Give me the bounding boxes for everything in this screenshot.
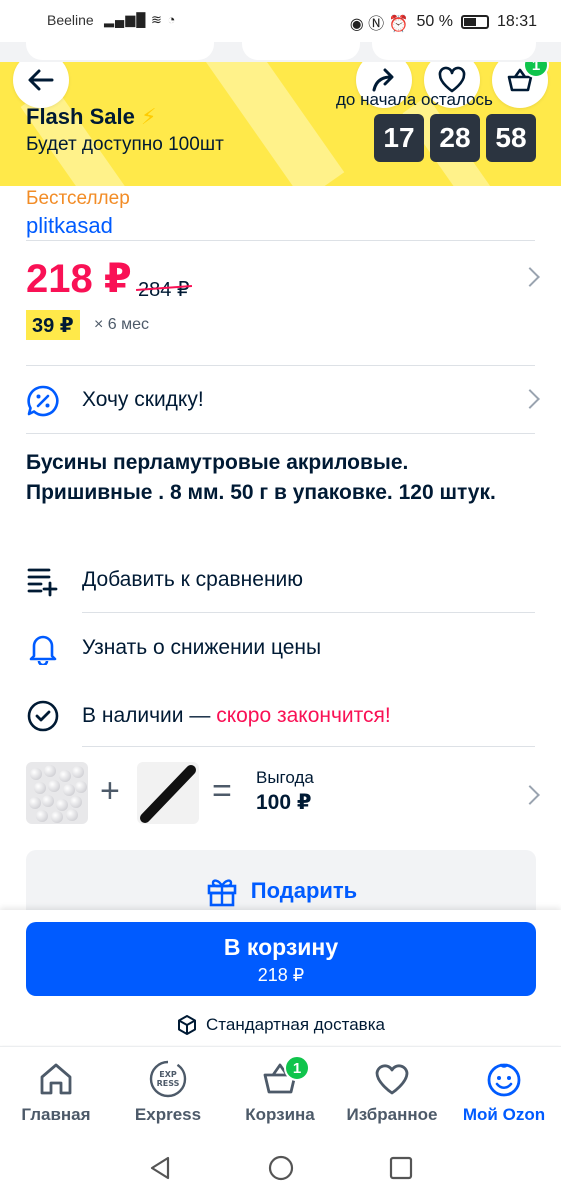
heart-icon [375, 1064, 409, 1095]
clock: 18:31 [496, 13, 537, 30]
stub-card [26, 42, 214, 60]
nav-cart-badge: 1 [284, 1055, 310, 1081]
divider [82, 746, 535, 747]
svg-text:RESS: RESS [157, 1079, 180, 1088]
add-to-cart-button[interactable]: В корзину 218 ₽ [26, 922, 536, 996]
nav-home[interactable]: Главная [0, 1059, 112, 1125]
system-home-icon[interactable] [267, 1154, 295, 1182]
add-to-compare-label: Добавить к сравнению [82, 568, 304, 591]
installment-price: 39 ₽ [26, 310, 80, 340]
check-circle-icon [27, 700, 59, 732]
countdown-hours: 17 [374, 114, 424, 162]
nav-favorites[interactable]: Избранное [336, 1059, 448, 1125]
carrier-name: Beeline [47, 12, 94, 28]
black-stick-image [140, 765, 196, 823]
status-icons: ◉ Ⓝ ⏰ [349, 16, 409, 33]
stub-card [372, 42, 536, 60]
svg-text:EXP: EXP [159, 1070, 177, 1079]
countdown-label: до начала осталось [336, 90, 493, 109]
gift-button-content: Подарить [26, 874, 536, 908]
compare-list-icon [27, 568, 58, 597]
countdown-minutes: 28 [430, 114, 480, 162]
stock-warning: скоро закончится! [216, 704, 391, 727]
chevron-right-icon [520, 389, 540, 409]
chevron-right-icon [520, 785, 540, 805]
add-to-cart-label: В корзину [223, 934, 339, 960]
signal-wifi-icons: ▂▄▆█ ≋ ◔ [104, 12, 177, 27]
divider [26, 433, 535, 434]
bundle-item-thumbnail [137, 762, 199, 824]
lightning-icon: ⚡ [140, 104, 157, 129]
bundle-gain-label: Выгода [256, 768, 314, 787]
stock-status-text: В наличии — скоро закончится! [82, 704, 391, 728]
nav-express-label: Express [134, 1105, 202, 1124]
smiley-profile-icon [487, 1063, 521, 1097]
battery-icon [460, 15, 489, 29]
divider [82, 612, 535, 613]
nav-home-label: Главная [21, 1105, 91, 1124]
nav-cart-label: Корзина [245, 1105, 315, 1124]
arrow-left-icon [28, 69, 54, 91]
product-title: Бусины перламутровые акриловые. Пришивны… [26, 451, 496, 504]
want-discount-label: Хочу скидку! [82, 388, 204, 411]
express-icon: EXPRESS [149, 1060, 187, 1098]
system-back-icon[interactable] [146, 1154, 174, 1182]
nav-favorites-label: Избранное [346, 1105, 438, 1124]
battery-percent: 50 % [416, 13, 453, 30]
installment-term: × 6 мес [94, 316, 150, 333]
chevron-right-icon [520, 267, 540, 287]
bundle-gain-value: 100 ₽ [256, 791, 312, 814]
previous-section-stub [0, 42, 561, 62]
nav-cart[interactable]: 1 Корзина [224, 1055, 336, 1125]
banner-decoration [205, 62, 345, 186]
system-recents-icon[interactable] [387, 1154, 415, 1182]
bestseller-badge: Бестселлер [26, 188, 130, 209]
flash-sale-subtitle: Будет доступно 100шт [26, 134, 224, 155]
system-navigation-bar [0, 1138, 561, 1200]
status-right: ◉ Ⓝ ⏰ 50 % 18:31 [350, 10, 537, 34]
delivery-info[interactable]: Стандартная доставка [0, 1014, 561, 1036]
delivery-label: Стандартная доставка [206, 1015, 385, 1034]
brand-link[interactable]: plitkasad [26, 213, 113, 239]
divider [26, 365, 535, 366]
flash-sale-title-text: Flash Sale [26, 104, 135, 129]
add-to-cart-price: 218 ₽ [257, 965, 305, 985]
nav-my-ozon-label: Мой Ozon [462, 1105, 546, 1124]
stub-card [242, 42, 360, 60]
gift-label: Подарить [250, 878, 358, 903]
plus-sign: + [100, 772, 120, 810]
bottom-navigation: Главная EXP RESS Express 1 Корзина Избран… [0, 1046, 561, 1138]
stock-label: В наличии — [82, 704, 211, 727]
old-price: 284 ₽ [138, 279, 190, 301]
home-icon [40, 1063, 72, 1095]
gift-icon [207, 879, 237, 907]
package-icon [178, 1015, 197, 1035]
nav-my-ozon[interactable]: Мой Ozon [448, 1059, 560, 1125]
discount-chat-icon [27, 385, 59, 417]
nav-express[interactable]: EXP RESS Express [112, 1059, 224, 1125]
pearl-beads-thumbnail [26, 762, 88, 824]
current-price: 218 ₽ [26, 257, 132, 301]
divider [26, 240, 535, 241]
price-drop-alert-label: Узнать о снижении цены [82, 636, 322, 659]
buy-panel: В корзину 218 ₽ Стандартная доставка [0, 910, 561, 1045]
flash-sale-title: Flash Sale ⚡ [26, 104, 156, 130]
bell-icon [29, 635, 57, 665]
countdown-timer: 17 28 58 [374, 114, 536, 162]
status-bar: Beeline ▂▄▆█ ≋ ◔ ◉ Ⓝ ⏰ 50 % 18:31 [0, 0, 561, 42]
equals-sign: = [212, 772, 232, 810]
countdown-seconds: 58 [486, 114, 536, 162]
